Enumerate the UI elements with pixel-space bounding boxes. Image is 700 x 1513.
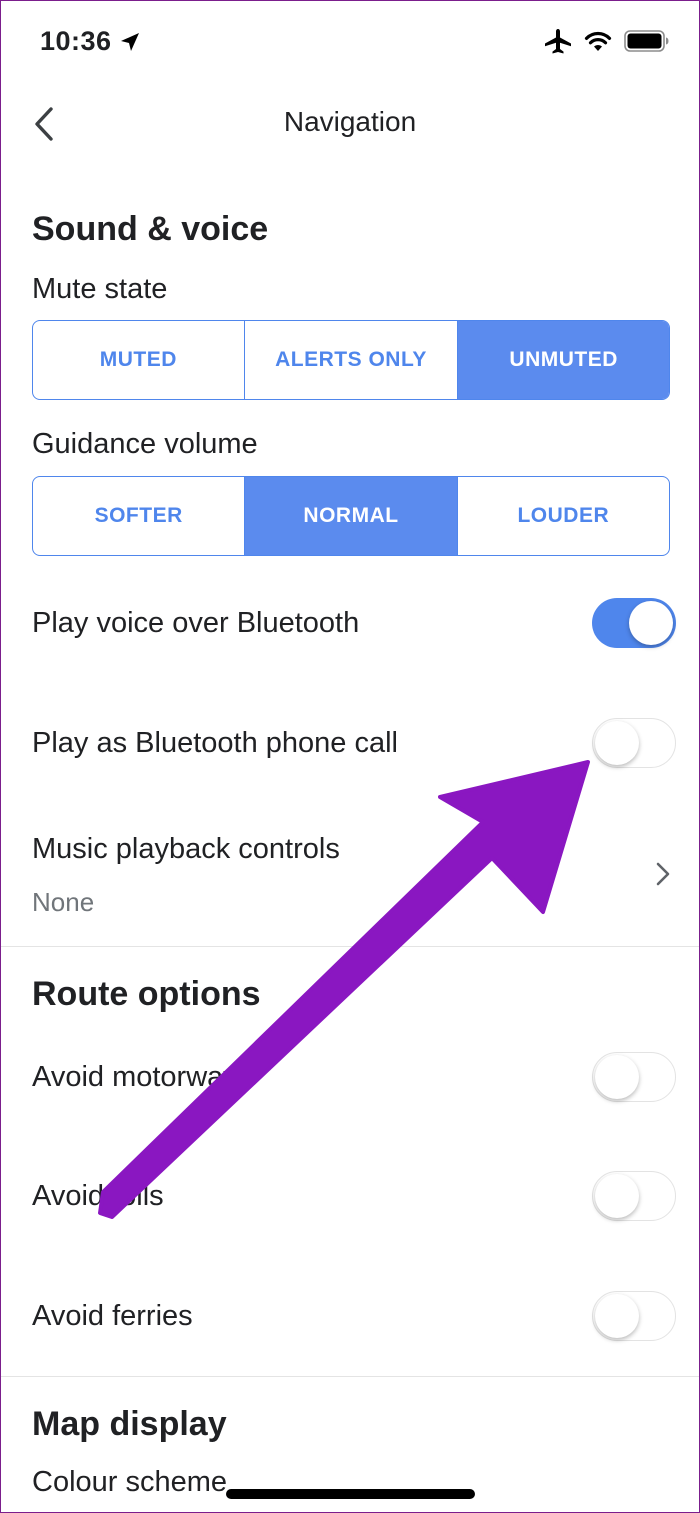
- toggle-knob: [629, 601, 673, 645]
- battery-icon: [624, 30, 669, 52]
- mute-option-muted[interactable]: MUTED: [33, 321, 245, 399]
- toggle-knob: [595, 1174, 639, 1218]
- page-title: Navigation: [283, 106, 417, 137]
- avoid-motorways-toggle[interactable]: [592, 1052, 676, 1102]
- mute-state-label: Mute state: [32, 273, 168, 305]
- airplane-icon: [545, 29, 571, 54]
- section-divider: [0, 946, 700, 947]
- chevron-right-icon: [656, 862, 670, 886]
- toggle-knob: [595, 1294, 639, 1338]
- mute-state-segmented-control: MUTED ALERTS ONLY UNMUTED: [32, 320, 670, 400]
- status-time-text: 10:36: [40, 26, 112, 56]
- play-as-phone-call-label: Play as Bluetooth phone call: [32, 727, 398, 759]
- volume-option-softer[interactable]: SOFTER: [33, 477, 246, 555]
- guidance-volume-label: Guidance volume: [32, 428, 258, 460]
- avoid-motorways-label: Avoid motorways: [32, 1061, 253, 1093]
- volume-option-normal[interactable]: NORMAL: [245, 477, 458, 555]
- avoid-ferries-toggle[interactable]: [592, 1291, 676, 1341]
- colour-scheme-label: Colour scheme: [32, 1466, 228, 1498]
- play-as-phone-call-toggle[interactable]: [592, 718, 676, 768]
- toggle-knob: [595, 721, 639, 765]
- music-playback-label: Music playback controls: [32, 833, 340, 865]
- toggle-knob: [595, 1055, 639, 1099]
- music-playback-value: None: [32, 887, 95, 917]
- mute-option-unmuted[interactable]: UNMUTED: [458, 321, 669, 399]
- avoid-tolls-toggle[interactable]: [592, 1171, 676, 1221]
- location-arrow-icon: [120, 32, 139, 51]
- section-heading-sound-voice: Sound & voice: [32, 210, 269, 248]
- volume-option-louder[interactable]: LOUDER: [458, 477, 669, 555]
- play-voice-bluetooth-label: Play voice over Bluetooth: [32, 607, 360, 639]
- status-bar-icons: [544, 28, 670, 54]
- section-divider: [0, 1376, 700, 1377]
- section-heading-map-display: Map display: [32, 1405, 227, 1443]
- mute-option-alerts-only[interactable]: ALERTS ONLY: [245, 321, 459, 399]
- avoid-ferries-label: Avoid ferries: [32, 1300, 193, 1332]
- guidance-volume-segmented-control: SOFTER NORMAL LOUDER: [32, 476, 670, 556]
- home-indicator[interactable]: [226, 1489, 475, 1499]
- avoid-tolls-label: Avoid tolls: [32, 1180, 164, 1212]
- wifi-icon: [584, 31, 612, 51]
- play-voice-bluetooth-toggle[interactable]: [592, 598, 676, 648]
- status-bar-time: 10:36: [40, 26, 140, 57]
- section-heading-route-options: Route options: [32, 975, 261, 1013]
